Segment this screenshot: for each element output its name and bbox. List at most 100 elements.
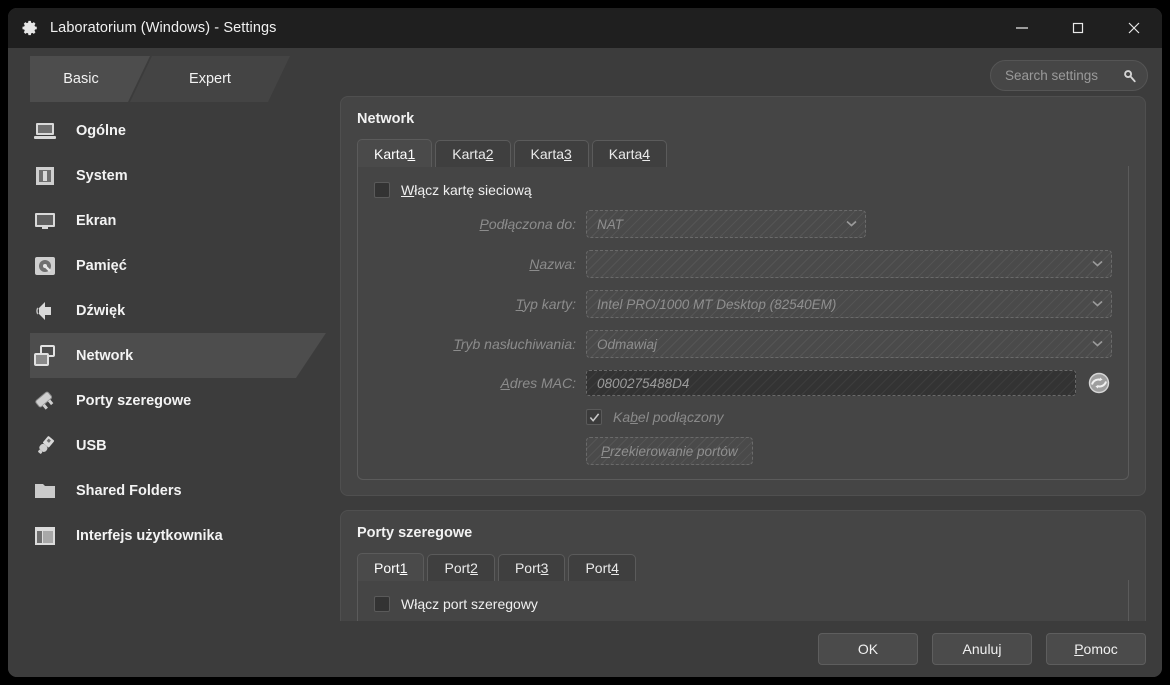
help-label: omoc (1083, 641, 1118, 657)
close-button[interactable] (1106, 8, 1162, 48)
tab-karta-1[interactable]: Karta 1 (357, 139, 433, 167)
enable-network-adapter-row[interactable]: Włącz kartę sieciową (374, 182, 1112, 198)
tab-label: Karta (608, 146, 643, 162)
tab-label: Karta (452, 146, 486, 162)
sidebar-item-ogolne[interactable]: Ogólne (8, 108, 326, 153)
checkmark-icon (589, 412, 599, 422)
window-title: Laboratorium (Windows) - Settings (50, 20, 277, 36)
adapter-type-row: Typ karty: Intel PRO/1000 MT Desktop (82… (374, 290, 1112, 318)
sidebar-item-label: Porty szeregowe (76, 392, 192, 409)
sidebar-item-usb[interactable]: USB (8, 423, 326, 468)
accel-char: b (630, 409, 638, 425)
label-rest: łącz kartę sieciową (414, 182, 532, 198)
accel-char: P (601, 443, 611, 459)
tab-accel: 4 (611, 560, 619, 576)
tab-port-3[interactable]: Port 3 (497, 554, 566, 581)
sidebar-nav: Ogólne System Ekran Pamięć Dźwięk Networ… (8, 108, 326, 558)
cancel-label: Anuluj (962, 641, 1002, 657)
search-input[interactable]: Search settings (1005, 68, 1122, 83)
label-rest: łącz port szeregowy (414, 596, 538, 612)
sidebar-item-network[interactable]: Network (8, 333, 326, 378)
cable-connected-label: Kabel podłączony (613, 409, 724, 425)
tab-label: Port (374, 559, 400, 576)
attached-to-combo[interactable]: NAT (586, 210, 866, 238)
tab-accel: 3 (564, 146, 572, 162)
mac-address-input[interactable]: 0800275488D4 (586, 370, 1076, 396)
promiscuous-mode-combo[interactable]: Odmawiaj (586, 330, 1112, 358)
maximize-button[interactable] (1050, 8, 1106, 48)
accel-char: T (453, 336, 461, 352)
label-rest: azwa: (539, 256, 576, 272)
sidebar-item-ekran[interactable]: Ekran (8, 198, 326, 243)
speaker-icon (30, 296, 60, 326)
mode-tab-basic[interactable]: Basic (30, 56, 150, 102)
usb-icon (30, 431, 60, 461)
tab-accel: 2 (485, 146, 494, 162)
cable-connected-checkbox[interactable] (586, 409, 602, 425)
mode-tab-expert-label: Expert (189, 71, 231, 87)
tab-accel: 4 (642, 146, 651, 162)
sidebar-item-pamiec[interactable]: Pamięć (8, 243, 326, 288)
ok-button[interactable]: OK (818, 633, 918, 665)
label-rest: ryb nasłuchiwania: (460, 336, 576, 352)
network-tab-pane: Włącz kartę sieciową Podłączona do: NAT (357, 166, 1129, 480)
promiscuous-mode-value: Odmawiaj (597, 336, 658, 352)
tab-label: Karta (374, 145, 408, 162)
tab-port-1[interactable]: Port 1 (357, 553, 425, 581)
label-rest: odłączona do: (488, 216, 576, 232)
laptop-icon (30, 116, 60, 146)
sidebar-item-dzwiek[interactable]: Dźwięk (8, 288, 326, 333)
adapter-type-combo[interactable]: Intel PRO/1000 MT Desktop (82540EM) (586, 290, 1112, 318)
label-rest: el podłączony (637, 409, 724, 425)
name-row: Nazwa: (374, 250, 1112, 278)
enable-serial-port-row[interactable]: Włącz port szeregowy (374, 596, 1112, 612)
sidebar-item-label: Ogólne (76, 122, 126, 139)
mode-tab-expert[interactable]: Expert (130, 56, 290, 102)
search-icon[interactable] (1122, 68, 1137, 83)
chevron-down-icon (846, 220, 857, 227)
accel-char: P (1074, 641, 1084, 657)
tab-karta-3[interactable]: Karta 3 (513, 140, 589, 167)
attached-to-label: Podłączona do: (374, 216, 586, 232)
cancel-button[interactable]: Anuluj (932, 633, 1032, 665)
sidebar-item-shared-folders[interactable]: Shared Folders (8, 468, 326, 513)
settings-scroll-area[interactable]: Network Karta 1 Karta 2 Karta 3 Karta 4 … (326, 96, 1162, 621)
tab-label: Port (585, 560, 612, 576)
enable-serial-port-checkbox[interactable] (374, 596, 390, 612)
refresh-mac-button[interactable] (1086, 370, 1112, 396)
accel-char: A (500, 375, 510, 391)
help-button[interactable]: Pomoc (1046, 633, 1146, 665)
folder-icon (30, 476, 60, 506)
accel-char: T (515, 296, 524, 312)
minimize-button[interactable] (994, 8, 1050, 48)
enable-network-adapter-checkbox[interactable] (374, 182, 390, 198)
monitor-icon (30, 206, 60, 236)
sidebar-item-label: Shared Folders (76, 482, 182, 499)
sidebar-item-label: Interfejs użytkownika (76, 527, 223, 544)
network-panel: Network Karta 1 Karta 2 Karta 3 Karta 4 … (340, 96, 1146, 496)
mode-tab-basic-label: Basic (63, 71, 99, 87)
tab-karta-4[interactable]: Karta 4 (591, 140, 668, 167)
port-forwarding-button[interactable]: Przekierowanie portów (586, 437, 753, 465)
label-rest: rzekierowanie portów (610, 443, 738, 459)
search-box[interactable]: Search settings (990, 60, 1148, 91)
promiscuous-mode-row: Tryb nasłuchiwania: Odmawiaj (374, 330, 1112, 358)
name-label: Nazwa: (374, 256, 586, 272)
network-tabs: Karta 1 Karta 2 Karta 3 Karta 4 (357, 139, 1129, 167)
sidebar-item-interfejs-uzytkownika[interactable]: Interfejs użytkownika (8, 513, 326, 558)
cable-connected-row[interactable]: Kabel podłączony (586, 409, 1112, 425)
mode-switch: Basic Expert (8, 56, 326, 102)
accel-char: N (529, 256, 540, 272)
mac-address-label: Adres MAC: (374, 375, 586, 391)
tab-port-2[interactable]: Port 2 (427, 554, 495, 581)
sidebar-item-porty-szeregowe[interactable]: Porty szeregowe (8, 378, 326, 423)
tab-karta-2[interactable]: Karta 2 (435, 140, 511, 167)
settings-content: Search settings Network Karta 1 Karta 2 … (326, 48, 1162, 621)
attached-to-row: Podłączona do: NAT (374, 210, 1112, 238)
label-pre: Ka (613, 409, 631, 425)
name-combo[interactable] (586, 250, 1112, 278)
accel-char: W (401, 182, 415, 198)
tab-port-4[interactable]: Port 4 (568, 554, 636, 581)
sidebar-item-system[interactable]: System (8, 153, 326, 198)
mac-address-row: Adres MAC: 0800275488D4 (374, 370, 1112, 396)
